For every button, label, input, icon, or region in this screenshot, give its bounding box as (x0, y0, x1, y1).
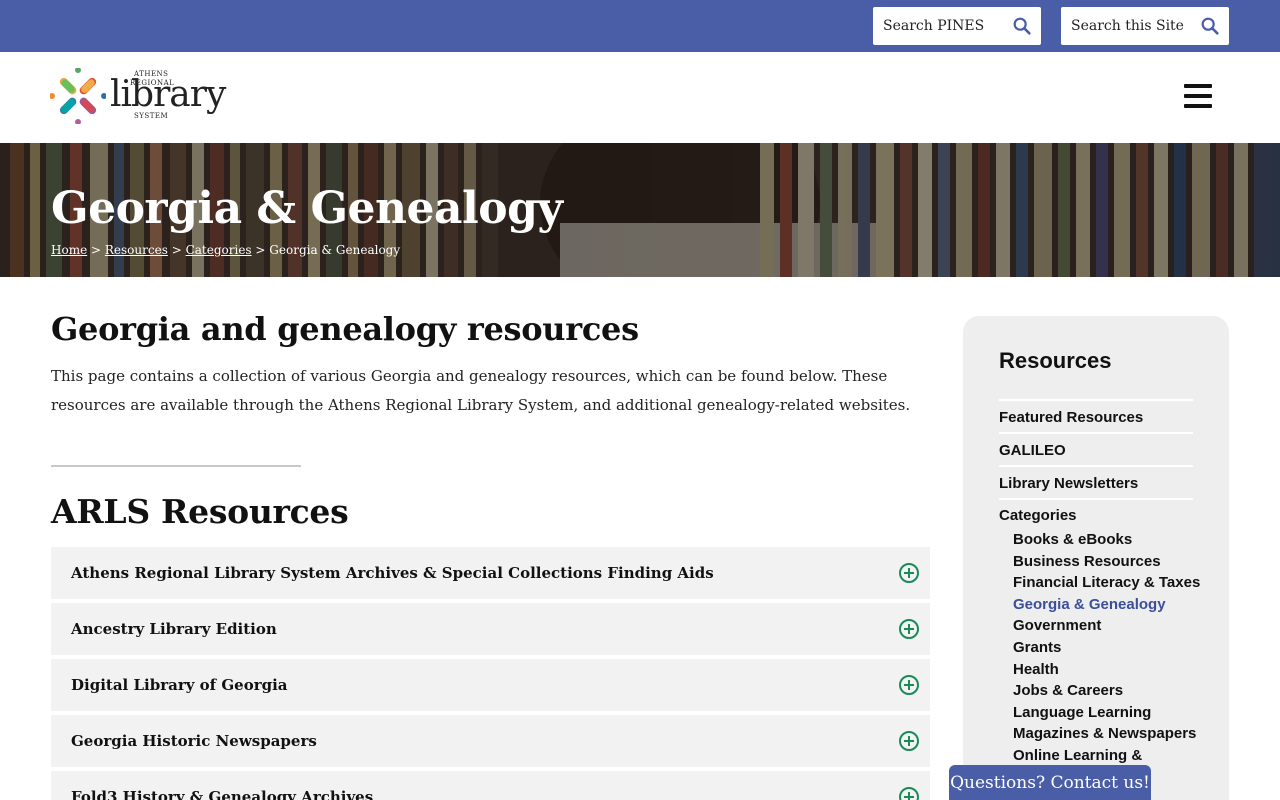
resources-accordion: Athens Regional Library System Archives … (51, 547, 930, 800)
plus-circle-icon[interactable] (898, 730, 920, 752)
sidebar-category-item[interactable]: Online Learning & (1013, 745, 1193, 767)
accordion-item-title: Georgia Historic Newspapers (71, 732, 317, 750)
breadcrumb-current: Georgia & Genealogy (269, 243, 401, 257)
logo-mark-icon (50, 68, 106, 124)
breadcrumb-resources-link[interactable]: Resources (105, 243, 168, 257)
breadcrumb-separator: > (171, 243, 182, 257)
sidebar-category-item[interactable]: Health (1013, 659, 1193, 681)
section-title: ARLS Resources (51, 492, 349, 531)
accordion-item[interactable]: Digital Library of Georgia (51, 659, 930, 711)
sidebar-category-item[interactable]: Grants (1013, 637, 1193, 659)
breadcrumb-separator: > (91, 243, 102, 257)
sidebar-category-item-active[interactable]: Georgia & Genealogy (1013, 594, 1193, 616)
sidebar-link-galileo[interactable]: GALILEO (999, 434, 1193, 467)
plus-circle-icon[interactable] (898, 618, 920, 640)
accordion-item[interactable]: Ancestry Library Edition (51, 603, 930, 655)
menu-bar (1184, 94, 1212, 98)
plus-circle-icon[interactable] (898, 786, 920, 800)
content-heading: Georgia and genealogy resources (51, 310, 639, 348)
breadcrumb: Home > Resources > Categories > Georgia … (51, 243, 400, 257)
top-utility-bar: Search PINES Search this Site (0, 0, 1280, 52)
sidebar-link-newsletters[interactable]: Library Newsletters (999, 467, 1193, 500)
search-icon[interactable] (1011, 15, 1033, 37)
search-site-placeholder: Search this Site (1071, 18, 1184, 34)
plus-circle-icon[interactable] (898, 562, 920, 584)
breadcrumb-separator: > (255, 243, 266, 257)
search-icon[interactable] (1199, 15, 1221, 37)
sidebar-categories-label[interactable]: Categories (999, 500, 1193, 524)
breadcrumb-home-link[interactable]: Home (51, 243, 87, 257)
accordion-item-title: Ancestry Library Edition (71, 620, 277, 638)
sidebar-category-item[interactable]: Financial Literacy & Taxes (1013, 572, 1200, 594)
accordion-item-title: Digital Library of Georgia (71, 676, 288, 694)
sidebar-category-item[interactable]: Jobs & Careers (1013, 680, 1193, 702)
resources-sidebar: Resources Featured Resources GALILEO Lib… (963, 316, 1229, 800)
accordion-item[interactable]: Fold3 History & Genealogy Archives (51, 771, 930, 800)
accordion-item-title: Athens Regional Library System Archives … (71, 564, 714, 582)
menu-bar (1184, 84, 1212, 88)
logo-word-library: library (110, 74, 226, 115)
library-logo[interactable]: ATHENS REGIONAL library SYSTEM (50, 66, 226, 126)
page-title: Georgia & Genealogy (51, 183, 563, 234)
section-divider (51, 465, 301, 467)
sidebar-category-item[interactable]: Business Resources (1013, 551, 1193, 573)
sidebar-category-list: Books & eBooks Business Resources Financ… (999, 529, 1200, 767)
menu-bar (1184, 104, 1212, 108)
accordion-item[interactable]: Athens Regional Library System Archives … (51, 547, 930, 599)
plus-circle-icon[interactable] (898, 674, 920, 696)
search-site-input[interactable]: Search this Site (1061, 7, 1229, 45)
main-content: Georgia and genealogy resources This pag… (51, 310, 931, 420)
search-pines-placeholder: Search PINES (883, 18, 985, 34)
sidebar-category-item[interactable]: Books & eBooks (1013, 529, 1193, 551)
accordion-item-title: Fold3 History & Genealogy Archives (71, 788, 374, 800)
intro-paragraph: This page contains a collection of vario… (51, 367, 911, 414)
sidebar-title: Resources (999, 348, 1112, 373)
sidebar-link-featured[interactable]: Featured Resources (999, 401, 1193, 434)
accordion-item[interactable]: Georgia Historic Newspapers (51, 715, 930, 767)
breadcrumb-categories-link[interactable]: Categories (186, 243, 252, 257)
contact-us-button[interactable]: Questions? Contact us! (949, 765, 1151, 800)
sidebar-category-item[interactable]: Language Learning (1013, 702, 1193, 724)
hero-banner: Georgia & Genealogy Home > Resources > C… (0, 143, 1280, 277)
logo-line-system: SYSTEM (134, 112, 169, 120)
site-header: ATHENS REGIONAL library SYSTEM (0, 52, 1280, 143)
sidebar-category-item[interactable]: Government (1013, 615, 1193, 637)
menu-icon[interactable] (1184, 84, 1212, 108)
search-pines-input[interactable]: Search PINES (873, 7, 1041, 45)
sidebar-category-item[interactable]: Magazines & Newspapers (1013, 723, 1196, 745)
